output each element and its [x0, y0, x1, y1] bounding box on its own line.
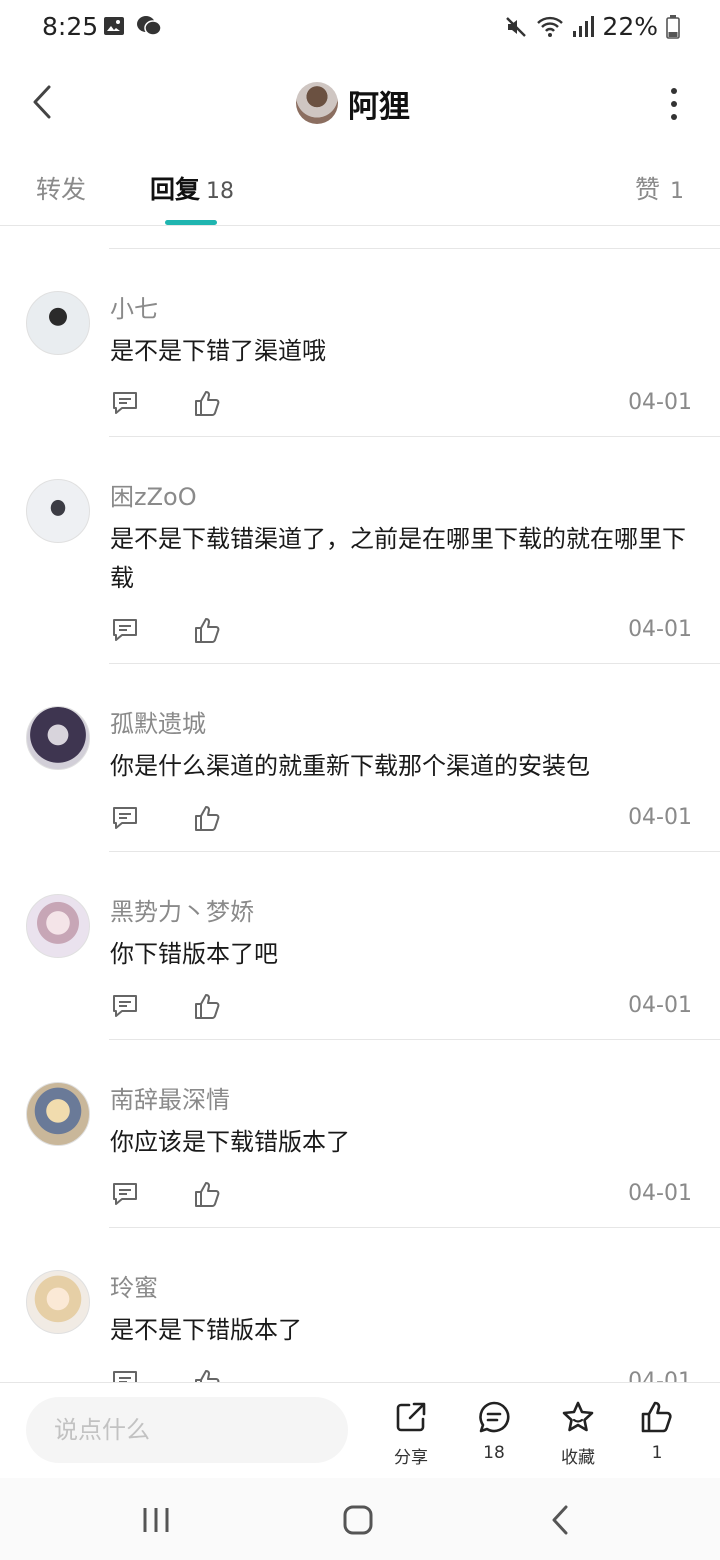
comment-text[interactable]: 是不是下错版本了	[110, 1311, 700, 1350]
tab-reply-label: 回复	[150, 175, 201, 204]
tab-bar: 转发 回复 18 赞1	[0, 150, 720, 226]
comment-count-button[interactable]: 18	[459, 1399, 529, 1463]
system-back-button[interactable]	[538, 1498, 582, 1542]
tab-reply[interactable]: 回复 18	[150, 170, 234, 206]
back-arrow-icon	[552, 1505, 568, 1535]
comment-icon	[479, 1401, 510, 1433]
comment-username[interactable]: 孤默遗城	[110, 704, 206, 739]
comment-date: 04-01	[628, 390, 692, 415]
avatar[interactable]	[26, 706, 90, 770]
back-arrow-icon	[33, 85, 51, 119]
battery-percent: 22%	[602, 12, 658, 41]
status-time: 8:25	[42, 12, 99, 41]
tab-indicator	[165, 220, 217, 225]
comment-date: 04-01	[628, 1181, 692, 1206]
comment-username[interactable]: 困zZoO	[110, 477, 197, 512]
bottom-action-bar: 分享 18 收藏 1	[0, 1382, 720, 1478]
avatar[interactable]	[26, 894, 90, 958]
header: 阿狸	[0, 58, 720, 146]
comment-username[interactable]: 黑势力丶梦娇	[110, 892, 254, 927]
tab-like[interactable]: 赞1	[635, 170, 684, 206]
notification-icons	[102, 14, 162, 38]
comment-date: 04-01	[628, 993, 692, 1018]
comment-input[interactable]	[54, 1416, 324, 1444]
home-button[interactable]	[336, 1498, 380, 1542]
comment-username[interactable]: 玲蜜	[110, 1268, 158, 1303]
battery-icon	[666, 14, 680, 39]
thumbs-up-icon[interactable]	[193, 1179, 223, 1209]
share-label: 分享	[394, 1448, 428, 1468]
reply-icon[interactable]	[110, 615, 140, 645]
thumbs-up-icon[interactable]	[193, 1367, 223, 1382]
avatar[interactable]	[296, 82, 338, 124]
system-nav-bar	[0, 1478, 720, 1560]
page-title: 阿狸	[348, 88, 410, 125]
avatar[interactable]	[26, 479, 90, 543]
thumbs-up-icon[interactable]	[193, 388, 223, 418]
comment-text[interactable]: 你应该是下载错版本了	[110, 1123, 700, 1162]
reply-icon[interactable]	[110, 388, 140, 418]
wifi-icon	[537, 16, 564, 37]
star-icon	[562, 1401, 594, 1432]
avatar[interactable]	[26, 1082, 90, 1146]
tab-like-count: 1	[670, 179, 684, 204]
avatar[interactable]	[26, 1270, 90, 1334]
wechat-notification-icon	[137, 16, 162, 36]
comment-text[interactable]: 你下错版本了吧	[110, 935, 700, 974]
comment-date: 04-01	[628, 617, 692, 642]
divider	[109, 663, 720, 664]
divider	[109, 1227, 720, 1228]
favorite-label: 收藏	[561, 1448, 595, 1468]
thumbs-up-icon[interactable]	[193, 991, 223, 1021]
gallery-notification-icon	[104, 17, 124, 35]
recent-apps-icon	[143, 1508, 169, 1532]
tab-like-label: 赞	[634, 175, 660, 204]
share-button[interactable]: 分享	[376, 1399, 446, 1468]
header-user[interactable]: 阿狸	[296, 80, 410, 126]
comment-text[interactable]: 你是什么渠道的就重新下载那个渠道的安装包	[110, 747, 700, 786]
status-bar: 8:25 22%	[0, 0, 720, 56]
comment-text[interactable]: 是不是下载错渠道了，之前是在哪里下载的就在哪里下载	[110, 520, 700, 598]
divider	[109, 1039, 720, 1040]
favorite-button[interactable]: 收藏	[543, 1399, 613, 1468]
signal-icon	[573, 15, 595, 37]
reply-icon[interactable]	[110, 803, 140, 833]
like-button[interactable]: 1	[622, 1399, 692, 1463]
status-right: 22%	[504, 12, 680, 41]
reply-icon[interactable]	[110, 991, 140, 1021]
comment-list[interactable]: 小七 是不是下错了渠道哦 04-01 困zZoO 是不是下载错渠道了，之前是在哪…	[0, 227, 720, 1382]
more-options-icon[interactable]	[664, 88, 684, 120]
reply-icon[interactable]	[110, 1179, 140, 1209]
mute-icon	[506, 16, 527, 37]
thumbs-up-icon[interactable]	[193, 803, 223, 833]
comment-date: 04-01	[628, 805, 692, 830]
like-count: 1	[651, 1443, 663, 1463]
recent-apps-button[interactable]	[134, 1498, 178, 1542]
divider	[109, 851, 720, 852]
share-icon	[396, 1402, 426, 1432]
back-button[interactable]	[22, 80, 62, 124]
divider	[109, 248, 720, 249]
comment-input-box[interactable]	[26, 1397, 348, 1463]
comment-username[interactable]: 南辞最深情	[110, 1080, 230, 1115]
reply-icon[interactable]	[110, 1367, 140, 1382]
divider	[109, 436, 720, 437]
home-icon	[343, 1505, 373, 1535]
thumbs-up-icon[interactable]	[193, 615, 223, 645]
tab-repost[interactable]: 转发	[36, 170, 86, 206]
tab-repost-label: 转发	[36, 175, 87, 204]
comment-username[interactable]: 小七	[110, 289, 158, 324]
comment-date: 04-01	[628, 1369, 692, 1382]
avatar[interactable]	[26, 291, 90, 355]
thumbs-up-icon	[641, 1401, 672, 1433]
comment-text[interactable]: 是不是下错了渠道哦	[110, 332, 700, 371]
tab-reply-count: 18	[206, 179, 235, 204]
comment-count: 18	[483, 1443, 505, 1463]
